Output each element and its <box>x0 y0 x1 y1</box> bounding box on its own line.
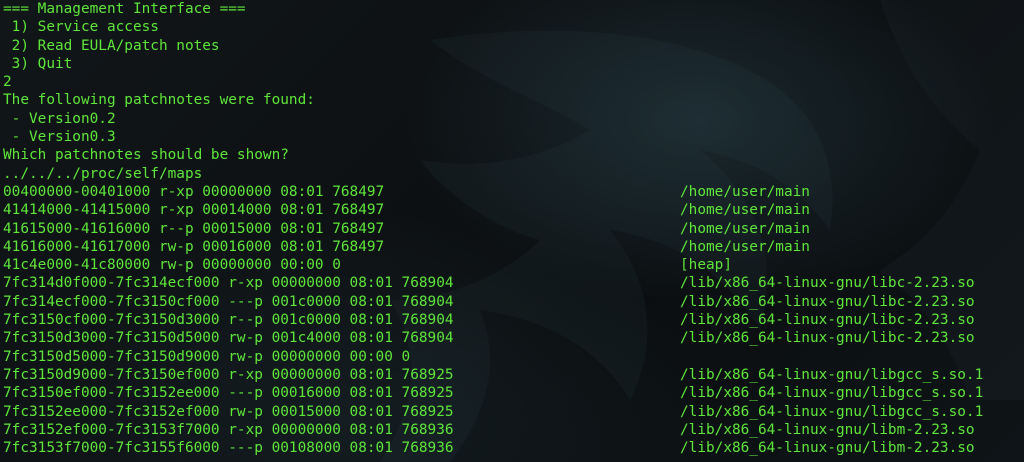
maps-pathname: /home/user/main <box>680 238 810 255</box>
maps-row: 7fc3153f7000-7fc3155f6000 ---p 00108000 … <box>3 439 1021 457</box>
terminal-line: - Version0.2 <box>3 110 116 127</box>
maps-row: 7fc3150ef000-7fc3152ee000 ---p 00016000 … <box>3 384 1021 402</box>
maps-address-range: 7fc3150d5000-7fc3150d9000 rw-p 00000000 … <box>3 348 411 365</box>
maps-address-range: 7fc3153f7000-7fc3155f6000 ---p 00108000 … <box>3 440 454 457</box>
terminal-line: ../../../proc/self/maps <box>3 165 203 182</box>
maps-pathname: /lib/x86_64-linux-gnu/libm-2.23.so <box>680 440 975 457</box>
maps-row: 41616000-41617000 rw-p 00016000 08:01 76… <box>3 238 1021 256</box>
maps-row: 41615000-41616000 r--p 00015000 08:01 76… <box>3 220 1021 238</box>
proc-maps-output: 00400000-00401000 r-xp 00000000 08:01 76… <box>3 183 1021 457</box>
maps-address-range: 7fc3150cf000-7fc3150d3000 r--p 001c0000 … <box>3 312 454 329</box>
maps-row: 7fc314d0f000-7fc314ecf000 r-xp 00000000 … <box>3 274 1021 292</box>
terminal-line: 2) Read EULA/patch notes <box>3 37 220 54</box>
terminal-line: 1) Service access <box>3 19 159 36</box>
maps-row: 7fc3152ee000-7fc3152ef000 rw-p 00015000 … <box>3 403 1021 421</box>
maps-address-range: 7fc3150ef000-7fc3152ee000 ---p 00016000 … <box>3 385 454 402</box>
maps-address-range: 7fc314d0f000-7fc314ecf000 r-xp 00000000 … <box>3 275 454 292</box>
maps-address-range: 41616000-41617000 rw-p 00016000 08:01 76… <box>3 238 385 255</box>
terminal-line: 2 <box>3 74 12 91</box>
maps-row: 7fc3150cf000-7fc3150d3000 r--p 001c0000 … <box>3 311 1021 329</box>
maps-row: 7fc3150d5000-7fc3150d9000 rw-p 00000000 … <box>3 348 1021 366</box>
maps-address-range: 7fc3152ef000-7fc3153f7000 r-xp 00000000 … <box>3 421 454 438</box>
terminal-line: - Version0.3 <box>3 129 116 146</box>
maps-row: 7fc3150d9000-7fc3150ef000 r-xp 00000000 … <box>3 366 1021 384</box>
maps-address-range: 7fc3150d3000-7fc3150d5000 rw-p 001c4000 … <box>3 330 454 347</box>
maps-row: 41c4e000-41c80000 rw-p 00000000 00:00 0 [… <box>3 256 1021 274</box>
maps-row: 7fc3152ef000-7fc3153f7000 r-xp 00000000 … <box>3 421 1021 439</box>
maps-address-range: 41615000-41616000 r--p 00015000 08:01 76… <box>3 220 385 237</box>
maps-pathname: /lib/x86_64-linux-gnu/libc-2.23.so <box>680 312 975 329</box>
terminal-window[interactable]: === Management Interface === 1) Service … <box>0 0 1024 462</box>
maps-row: 41414000-41415000 r-xp 00014000 08:01 76… <box>3 201 1021 219</box>
terminal-line: Which patchnotes should be shown? <box>3 147 289 164</box>
maps-pathname: /home/user/main <box>680 202 810 219</box>
maps-address-range: 00400000-00401000 r-xp 00000000 08:01 76… <box>3 183 385 200</box>
terminal-line: The following patchnotes were found: <box>3 92 315 109</box>
maps-address-range: 41c4e000-41c80000 rw-p 00000000 00:00 0 <box>3 257 341 274</box>
maps-row: 7fc314ecf000-7fc3150cf000 ---p 001c0000 … <box>3 293 1021 311</box>
terminal-line: 3) Quit <box>3 55 73 72</box>
terminal-output: === Management Interface === 1) Service … <box>3 0 1021 457</box>
maps-pathname: [heap] <box>680 257 732 274</box>
maps-pathname: /lib/x86_64-linux-gnu/libc-2.23.so <box>680 275 975 292</box>
maps-pathname: /home/user/main <box>680 220 810 237</box>
terminal-line: === Management Interface === <box>3 1 246 17</box>
maps-pathname: /lib/x86_64-linux-gnu/libc-2.23.so <box>680 330 975 347</box>
maps-address-range: 7fc3150d9000-7fc3150ef000 r-xp 00000000 … <box>3 366 454 383</box>
maps-pathname: /lib/x86_64-linux-gnu/libgcc_s.so.1 <box>680 385 984 402</box>
maps-pathname: /lib/x86_64-linux-gnu/libgcc_s.so.1 <box>680 366 984 383</box>
maps-pathname: /lib/x86_64-linux-gnu/libgcc_s.so.1 <box>680 403 984 420</box>
maps-row: 00400000-00401000 r-xp 00000000 08:01 76… <box>3 183 1021 201</box>
maps-pathname: /lib/x86_64-linux-gnu/libc-2.23.so <box>680 293 975 310</box>
maps-pathname: /lib/x86_64-linux-gnu/libm-2.23.so <box>680 421 975 438</box>
maps-address-range: 7fc3152ee000-7fc3152ef000 rw-p 00015000 … <box>3 403 454 420</box>
maps-address-range: 41414000-41415000 r-xp 00014000 08:01 76… <box>3 202 385 219</box>
session-lines: === Management Interface === 1) Service … <box>3 0 1021 183</box>
maps-row: 7fc3150d3000-7fc3150d5000 rw-p 001c4000 … <box>3 329 1021 347</box>
maps-address-range: 7fc314ecf000-7fc3150cf000 ---p 001c0000 … <box>3 293 454 310</box>
maps-pathname: /home/user/main <box>680 183 810 200</box>
